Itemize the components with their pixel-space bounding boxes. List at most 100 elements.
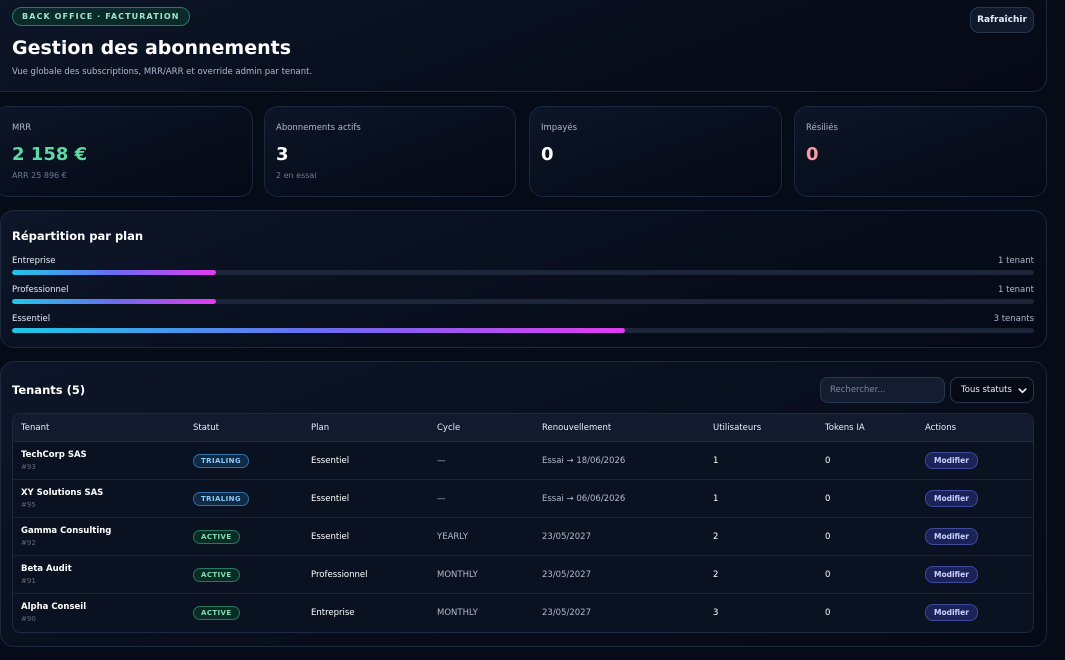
kpi-value: 0 bbox=[806, 144, 819, 165]
plan-distribution-panel: Répartition par plan Entreprise 1 tenant… bbox=[0, 210, 1047, 348]
cycle-cell: MONTHLY bbox=[437, 570, 478, 580]
users-cell: 2 bbox=[713, 532, 719, 542]
header-panel: BACK OFFICE · FACTURATION Gestion des ab… bbox=[0, 0, 1047, 92]
modify-button[interactable]: Modifier bbox=[925, 528, 978, 545]
search-input[interactable] bbox=[820, 377, 945, 403]
cycle-cell: — bbox=[437, 456, 446, 466]
users-cell: 3 bbox=[713, 608, 719, 618]
plan-cell: Professionnel bbox=[311, 570, 368, 580]
renewal-cell: 23/05/2027 bbox=[542, 570, 591, 580]
tokens-cell: 0 bbox=[825, 456, 831, 466]
modify-button[interactable]: Modifier bbox=[925, 604, 978, 621]
table-row: Alpha Conseil #90 ACTIVE Entreprise MONT… bbox=[13, 594, 1033, 632]
kpi-card-unpaid: Impayés 0 bbox=[529, 106, 782, 197]
column-header-status: Statut bbox=[193, 423, 219, 433]
modify-button[interactable]: Modifier bbox=[925, 452, 978, 469]
plan-cell: Essentiel bbox=[311, 532, 350, 542]
plan-progress-track bbox=[12, 270, 1034, 275]
plan-count: 3 tenants bbox=[993, 314, 1034, 324]
kpi-card-mrr: MRR 2 158 € ARR 25 896 € bbox=[0, 106, 253, 197]
tokens-cell: 0 bbox=[825, 532, 831, 542]
renewal-cell: 23/05/2027 bbox=[542, 608, 591, 618]
kpi-value: 0 bbox=[541, 144, 554, 165]
plan-row-professionnel: Professionnel 1 tenant bbox=[12, 285, 1034, 307]
plan-row-entreprise: Entreprise 1 tenant bbox=[12, 256, 1034, 278]
status-badge: ACTIVE bbox=[193, 530, 240, 544]
kpi-card-cancelled: Résiliés 0 bbox=[794, 106, 1047, 197]
chevron-down-icon bbox=[1018, 388, 1027, 394]
table-row: TechCorp SAS #93 TRIALING Essentiel — Es… bbox=[13, 442, 1033, 480]
plan-count: 1 tenant bbox=[998, 285, 1034, 295]
cycle-cell: MONTHLY bbox=[437, 608, 478, 618]
tokens-cell: 0 bbox=[825, 570, 831, 580]
kpi-sub: ARR 25 896 € bbox=[12, 171, 67, 180]
table-row: XY Solutions SAS #95 TRIALING Essentiel … bbox=[13, 480, 1033, 518]
plan-cell: Entreprise bbox=[311, 608, 355, 618]
kpi-sub: 2 en essai bbox=[276, 171, 317, 180]
kpi-value: 3 bbox=[276, 144, 289, 165]
plan-name: Professionnel bbox=[12, 285, 69, 295]
column-header-tenant: Tenant bbox=[21, 423, 50, 433]
status-badge: TRIALING bbox=[193, 454, 250, 468]
tenant-name: XY Solutions SAS bbox=[21, 488, 104, 498]
plan-cell: Essentiel bbox=[311, 456, 350, 466]
modify-button[interactable]: Modifier bbox=[925, 566, 978, 583]
kpi-label: Résiliés bbox=[806, 123, 838, 133]
table-row: Beta Audit #91 ACTIVE Professionnel MONT… bbox=[13, 556, 1033, 594]
kpi-value: 2 158 € bbox=[12, 144, 88, 165]
plan-progress-track bbox=[12, 299, 1034, 304]
tenant-id: #90 bbox=[21, 615, 36, 623]
table-row: Gamma Consulting #92 ACTIVE Essentiel YE… bbox=[13, 518, 1033, 556]
status-filter-value: Tous statuts bbox=[961, 385, 1012, 395]
users-cell: 1 bbox=[713, 494, 719, 504]
tokens-cell: 0 bbox=[825, 494, 831, 504]
tenants-title: Tenants (5) bbox=[12, 383, 86, 397]
tenants-table: Tenant Statut Plan Cycle Renouvellement … bbox=[12, 413, 1034, 633]
plan-progress-fill bbox=[12, 328, 626, 333]
tenant-name: TechCorp SAS bbox=[21, 450, 87, 460]
section-badge: BACK OFFICE · FACTURATION bbox=[12, 7, 190, 26]
kpi-label: Abonnements actifs bbox=[276, 123, 361, 133]
tenant-id: #91 bbox=[21, 577, 36, 585]
plan-progress-fill bbox=[12, 270, 217, 275]
plan-name: Essentiel bbox=[12, 314, 51, 324]
kpi-card-active-subscriptions: Abonnements actifs 3 2 en essai bbox=[264, 106, 516, 197]
column-header-users: Utilisateurs bbox=[713, 423, 762, 433]
tenant-name: Gamma Consulting bbox=[21, 526, 112, 536]
status-badge: ACTIVE bbox=[193, 606, 240, 620]
cycle-cell: YEARLY bbox=[437, 532, 469, 542]
plan-progress-track bbox=[12, 328, 1034, 333]
users-cell: 1 bbox=[713, 456, 719, 466]
column-header-plan: Plan bbox=[311, 423, 330, 433]
kpi-label: Impayés bbox=[541, 123, 578, 133]
tenant-name: Alpha Conseil bbox=[21, 602, 87, 612]
status-filter-select[interactable]: Tous statuts bbox=[950, 377, 1034, 403]
plan-name: Entreprise bbox=[12, 256, 56, 266]
modify-button[interactable]: Modifier bbox=[925, 490, 978, 507]
status-badge: ACTIVE bbox=[193, 568, 240, 582]
renewal-cell: Essai → 06/06/2026 bbox=[542, 494, 626, 504]
page-title: Gestion des abonnements bbox=[12, 37, 292, 59]
column-header-renewal: Renouvellement bbox=[542, 423, 612, 433]
tenant-name: Beta Audit bbox=[21, 564, 72, 574]
page-corner bbox=[1049, 637, 1065, 660]
tenant-id: #95 bbox=[21, 501, 36, 509]
status-badge: TRIALING bbox=[193, 492, 250, 506]
renewal-cell: 23/05/2027 bbox=[542, 532, 591, 542]
users-cell: 2 bbox=[713, 570, 719, 580]
page-subtitle: Vue globale des subscriptions, MRR/ARR e… bbox=[12, 67, 313, 77]
column-header-cycle: Cycle bbox=[437, 423, 461, 433]
tenant-id: #92 bbox=[21, 539, 36, 547]
plan-count: 1 tenant bbox=[998, 256, 1034, 266]
renewal-cell: Essai → 18/06/2026 bbox=[542, 456, 626, 466]
column-header-actions: Actions bbox=[925, 423, 957, 433]
tenant-id: #93 bbox=[21, 463, 36, 471]
plan-progress-fill bbox=[12, 299, 217, 304]
table-header: Tenant Statut Plan Cycle Renouvellement … bbox=[13, 414, 1033, 442]
kpi-label: MRR bbox=[12, 123, 32, 133]
tenants-panel: Tenants (5) Tous statuts Tenant Statut P… bbox=[0, 361, 1047, 647]
cycle-cell: — bbox=[437, 494, 446, 504]
refresh-button[interactable]: Rafraîchir bbox=[970, 7, 1034, 33]
tokens-cell: 0 bbox=[825, 608, 831, 618]
column-header-tokens: Tokens IA bbox=[825, 423, 865, 433]
